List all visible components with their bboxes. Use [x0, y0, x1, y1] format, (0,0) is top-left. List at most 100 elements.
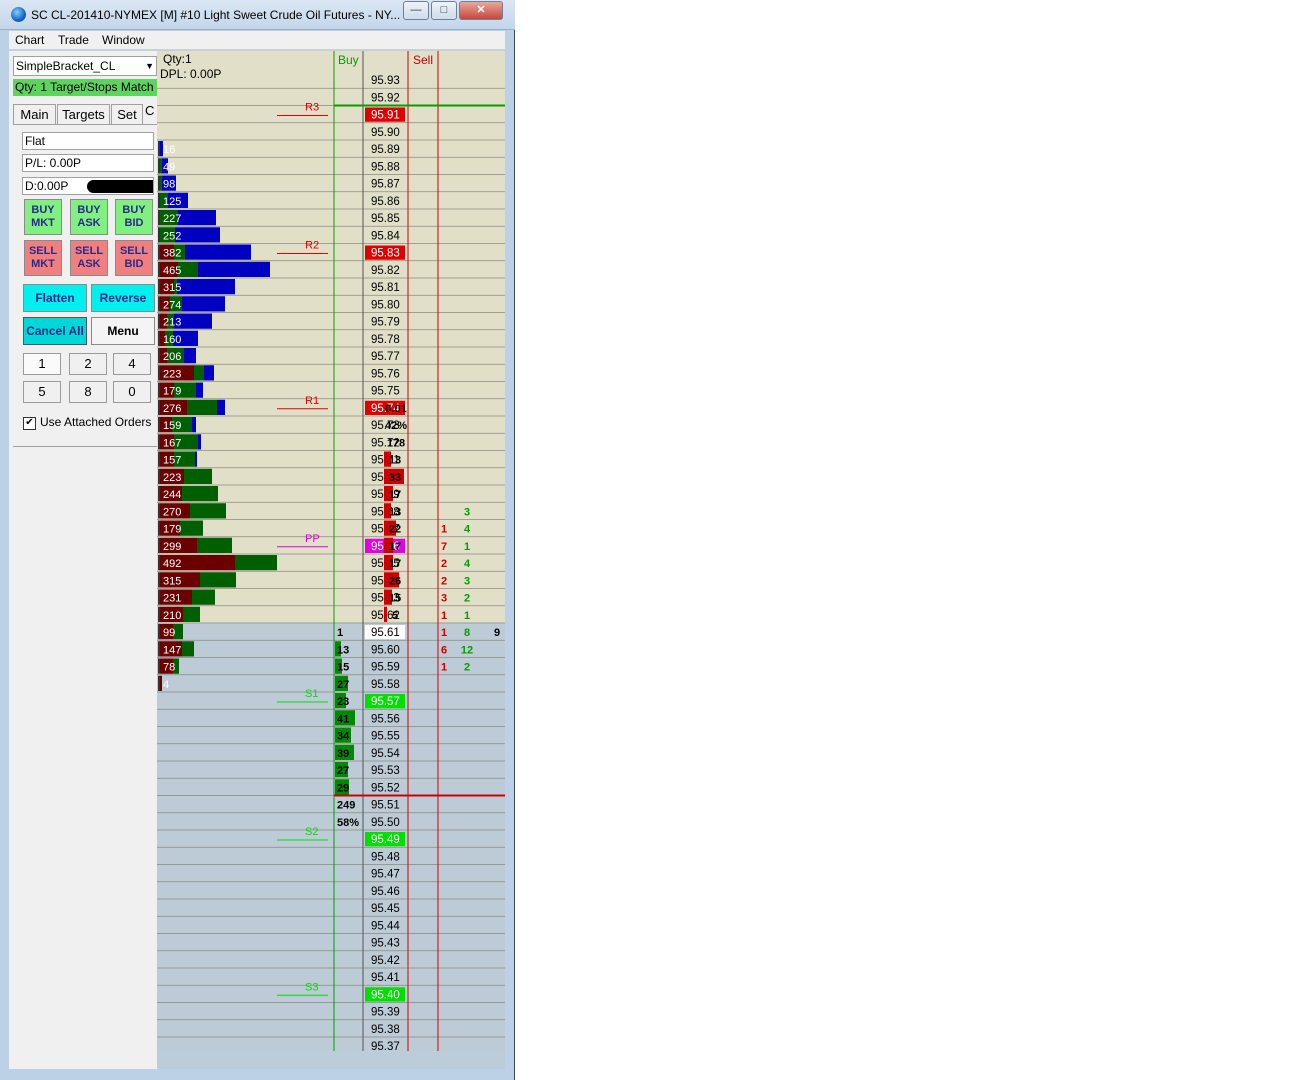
buy-market-button[interactable]: BUY MKT	[24, 199, 62, 235]
price-label: 95.89	[371, 144, 400, 156]
trade-sell-count: 2	[441, 558, 447, 570]
daily-pl-field: D:0.00P	[22, 177, 154, 195]
volume-extra-bar	[175, 227, 220, 243]
tab-main[interactable]: Main	[13, 104, 56, 124]
price-label: 95.57	[371, 696, 400, 708]
price-label: 95.79	[371, 317, 400, 329]
qty-button-2[interactable]: 2	[69, 353, 107, 375]
volume-extra-bar	[192, 417, 196, 433]
ladder-bottom-strip	[157, 1051, 505, 1069]
qty-button-1[interactable]: 1	[23, 353, 61, 375]
volume-axis-tick	[158, 503, 160, 519]
trade-sell-count: 3	[441, 593, 447, 605]
pivot-level-label: R1	[305, 395, 319, 407]
volume-buy-bar	[160, 175, 162, 191]
sell-market-button[interactable]: SELL MKT	[24, 240, 62, 276]
qty-button-8[interactable]: 8	[69, 381, 107, 403]
bid-size: 39	[337, 748, 349, 760]
volume-total: 99	[163, 627, 175, 639]
volume-total: 465	[163, 265, 181, 277]
volume-buy-bar	[183, 606, 200, 622]
price-label: 95.86	[371, 196, 400, 208]
volume-extra-bar	[182, 296, 225, 312]
menu-bar: Chart Trade Window	[9, 31, 505, 50]
volume-total: 147	[163, 644, 181, 656]
price-label: 95.44	[371, 920, 400, 932]
ask-size: 17	[389, 541, 401, 553]
tab-targets[interactable]: Targets	[57, 104, 110, 124]
volume-axis-tick	[158, 555, 160, 571]
volume-axis-tick	[158, 658, 160, 674]
buy-ask-button[interactable]: BUY ASK	[70, 199, 108, 235]
qty-button-4[interactable]: 4	[113, 353, 151, 375]
volume-axis-tick	[158, 261, 160, 277]
volume-buy-bar	[182, 641, 194, 657]
trade-window: SC CL-201410-NYMEX [M] #10 Light Sweet C…	[0, 0, 515, 1080]
price-label: 95.50	[371, 817, 400, 829]
menu-window[interactable]: Window	[102, 33, 145, 47]
strategy-select[interactable]: SimpleBracket_CL ▼	[13, 56, 157, 76]
sell-ask-button[interactable]: SELL ASK	[70, 240, 108, 276]
volume-axis-tick	[158, 244, 160, 260]
price-label: 95.82	[371, 265, 400, 277]
price-label: 95.81	[371, 282, 400, 294]
ask-size: 17	[389, 489, 401, 501]
maximize-button[interactable]: □	[431, 1, 457, 20]
price-label: 95.84	[371, 230, 400, 242]
volume-total: 179	[163, 524, 181, 536]
minimize-button[interactable]: —	[403, 1, 429, 20]
qty-button-5[interactable]: 5	[23, 381, 61, 403]
price-label: 95.45	[371, 903, 400, 915]
tab-set[interactable]: Set	[111, 104, 143, 124]
volume-total: 231	[163, 593, 181, 605]
sell-bid-button[interactable]: SELL BID	[115, 240, 153, 276]
close-button[interactable]: ✕	[459, 1, 503, 20]
qty-button-0[interactable]: 0	[113, 381, 151, 403]
price-label: 95.83	[371, 248, 400, 260]
trade-buy-count: 2	[464, 662, 470, 674]
volume-extra-bar	[198, 261, 270, 277]
volume-axis-tick	[158, 348, 160, 364]
tab-c[interactable]: C	[145, 103, 154, 118]
price-label: 95.59	[371, 662, 400, 674]
use-attached-checkbox[interactable]: ✔	[23, 417, 36, 430]
volume-extra-bar	[178, 210, 216, 226]
menu-chart[interactable]: Chart	[15, 33, 44, 47]
flatten-button[interactable]: Flatten	[23, 284, 87, 312]
trade-panel: SimpleBracket_CL ▼ Qty: 1 Target/Stops M…	[9, 51, 157, 1069]
price-label: 95.54	[371, 748, 400, 760]
price-label: 95.58	[371, 679, 400, 691]
trade-sell-count: 2	[441, 575, 447, 587]
bid-size: 41	[337, 713, 349, 725]
volume-total: 315	[163, 282, 181, 294]
volume-extra-bar	[185, 244, 251, 260]
trade-sell-count: 1	[441, 524, 447, 536]
cancel-all-button[interactable]: Cancel All	[23, 317, 87, 345]
price-ladder[interactable]: Qty:1 DPL: 0.00P Buy Sell 95.93 95.92 95.91 95.…	[157, 51, 505, 1051]
buy-bid-button[interactable]: BUY BID	[115, 199, 153, 235]
menu-button[interactable]: Menu	[91, 317, 155, 345]
volume-total: 16	[163, 144, 175, 156]
volume-total: 4	[163, 679, 169, 691]
volume-axis-tick	[158, 468, 160, 484]
tab-bar: Main Targets Set C	[13, 102, 157, 125]
volume-extra-bar	[217, 399, 225, 415]
title-bar[interactable]: SC CL-201410-NYMEX [M] #10 Light Sweet C…	[0, 0, 515, 30]
price-label: 95.52	[371, 782, 400, 794]
trade-buy-count: 1	[464, 610, 470, 622]
pivot-level-label: S2	[305, 826, 318, 838]
pivot-level-label: S3	[305, 981, 318, 993]
position-field: Flat	[22, 132, 154, 150]
price-label: 95.88	[371, 161, 400, 173]
volume-buy-bar	[160, 158, 162, 174]
menu-trade[interactable]: Trade	[58, 33, 89, 47]
window-title: SC CL-201410-NYMEX [M] #10 Light Sweet C…	[31, 8, 401, 22]
reverse-button[interactable]: Reverse	[91, 284, 155, 312]
buy-bid-label: BUY BID	[122, 204, 146, 229]
volume-axis-tick	[158, 330, 160, 346]
volume-total: 252	[163, 230, 181, 242]
volume-buy-bar	[200, 572, 236, 588]
price-label: 95.77	[371, 351, 400, 363]
volume-buy-bar	[180, 520, 203, 536]
volume-total: 244	[163, 489, 181, 501]
